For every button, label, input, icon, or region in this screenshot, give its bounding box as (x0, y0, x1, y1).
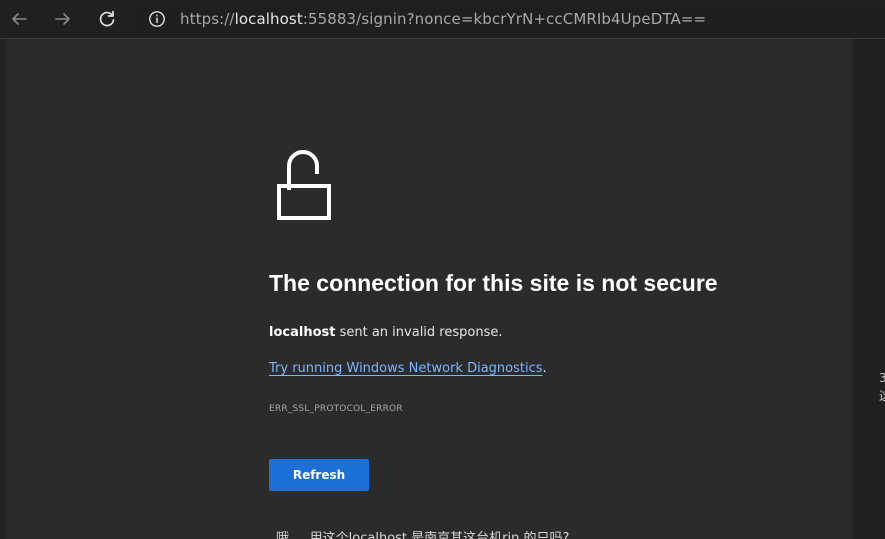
browser-window: https://localhost:55883/signin?nonce=kbc… (0, 0, 885, 539)
url-scheme: https:// (180, 10, 235, 28)
url-path: :55883/signin?nonce=kbcrYrN+ccCMRIb4UpeD… (302, 10, 707, 28)
network-diagnostics-link[interactable]: Try running Windows Network Diagnostics (269, 361, 543, 376)
diagnostics-suffix: . (542, 361, 547, 376)
address-bar[interactable]: https://localhost:55883/signin?nonce=kbc… (136, 1, 885, 37)
error-code: ERR_SSL_PROTOCOL_ERROR (269, 404, 403, 414)
url-host: localhost (234, 10, 303, 28)
error-message-rest: sent an invalid response. (335, 325, 503, 340)
error-message: localhost sent an invalid response. (269, 325, 502, 340)
info-circle-icon (149, 11, 165, 27)
url-text[interactable]: https://localhost:55883/signin?nonce=kbc… (180, 10, 706, 28)
right-text-fragment: 3 (879, 371, 885, 385)
forward-button[interactable] (48, 4, 78, 34)
unlocked-padlock-icon (277, 146, 335, 222)
site-info-icon[interactable] (148, 10, 166, 28)
reload-button[interactable] (92, 4, 122, 34)
error-host: localhost (269, 325, 336, 340)
arrow-left-icon (12, 13, 27, 25)
back-button[interactable] (4, 4, 34, 34)
right-side-panel: 3 这 (853, 39, 885, 539)
left-edge (0, 39, 6, 539)
arrow-right-icon (55, 13, 70, 25)
refresh-button[interactable]: Refresh (269, 459, 369, 491)
bottom-text-fragment: 哦 ... 用这个localhost 是南京其这台机rin 的只吗? (276, 531, 570, 539)
diagnostics-line: Try running Windows Network Diagnostics. (269, 361, 547, 376)
padlock-open-icon (277, 150, 331, 220)
error-headline: The connection for this site is not secu… (269, 270, 718, 296)
right-text-fragment: 这 (879, 389, 885, 403)
refresh-icon (99, 10, 115, 27)
browser-toolbar: https://localhost:55883/signin?nonce=kbc… (0, 0, 885, 39)
